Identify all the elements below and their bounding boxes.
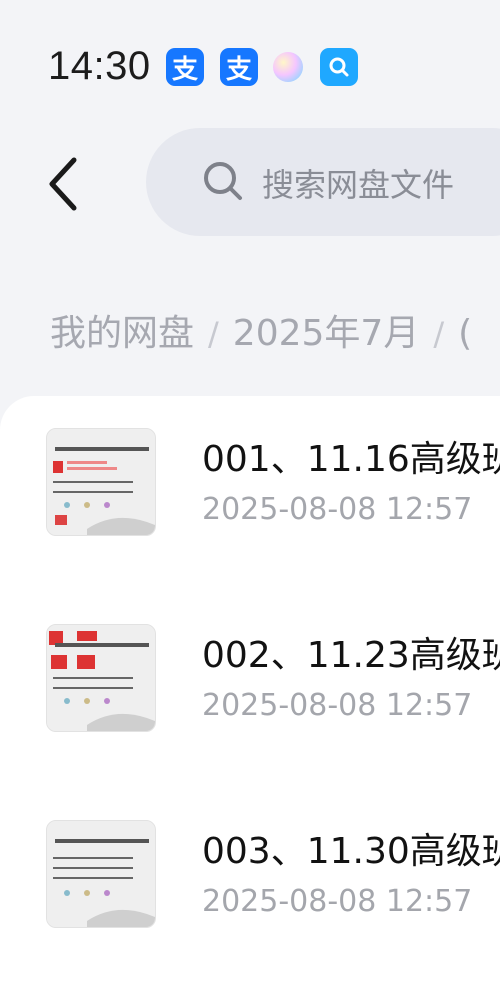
breadcrumb-separator: / xyxy=(208,315,219,353)
search-input[interactable]: 搜索网盘文件 xyxy=(146,128,500,236)
screen: 14:30 支 支 搜索网盘文件 我的网盘 / 2025年7月 / (001、11.… xyxy=(0,0,500,1000)
breadcrumb-item-current[interactable]: ( xyxy=(458,313,472,354)
file-thumbnail xyxy=(46,428,156,536)
list-item[interactable]: 001、11.16高级班 2025-08-08 12:57 xyxy=(0,428,500,558)
breadcrumb-separator: / xyxy=(433,315,445,353)
search-placeholder: 搜索网盘文件 xyxy=(262,166,455,204)
file-modified-time: 2025-08-08 12:57 xyxy=(202,884,473,919)
search-app-icon xyxy=(320,48,358,86)
file-modified-time: 2025-08-08 12:57 xyxy=(202,492,473,527)
moon-app-icon xyxy=(273,52,303,82)
back-button[interactable] xyxy=(40,154,90,214)
status-bar: 14:30 支 支 xyxy=(0,40,500,96)
file-list: 001、11.16高级班 2025-08-08 12:57 002、11.23高… xyxy=(0,396,500,1000)
breadcrumb-item-root[interactable]: 我的网盘 xyxy=(50,313,194,354)
alipay-icon: 支 xyxy=(220,48,258,86)
breadcrumb: 我的网盘 / 2025年7月 / ( xyxy=(50,304,472,356)
file-thumbnail xyxy=(46,624,156,732)
status-time: 14:30 xyxy=(48,44,151,88)
chevron-left-icon xyxy=(49,157,77,211)
file-name: 001、11.16高级班 xyxy=(202,439,500,480)
file-name: 002、11.23高级班 xyxy=(202,635,500,676)
header: 搜索网盘文件 xyxy=(0,128,500,236)
list-item[interactable]: 003、11.30高级班 2025-08-08 12:57 xyxy=(0,820,500,950)
search-icon xyxy=(204,162,242,200)
file-modified-time: 2025-08-08 12:57 xyxy=(202,688,473,723)
file-name: 003、11.30高级班 xyxy=(202,831,500,872)
breadcrumb-item-folder[interactable]: 2025年7月 xyxy=(233,313,420,354)
list-item[interactable]: 002、11.23高级班 2025-08-08 12:57 xyxy=(0,624,500,754)
file-thumbnail xyxy=(46,820,156,928)
alipay-icon: 支 xyxy=(166,48,204,86)
